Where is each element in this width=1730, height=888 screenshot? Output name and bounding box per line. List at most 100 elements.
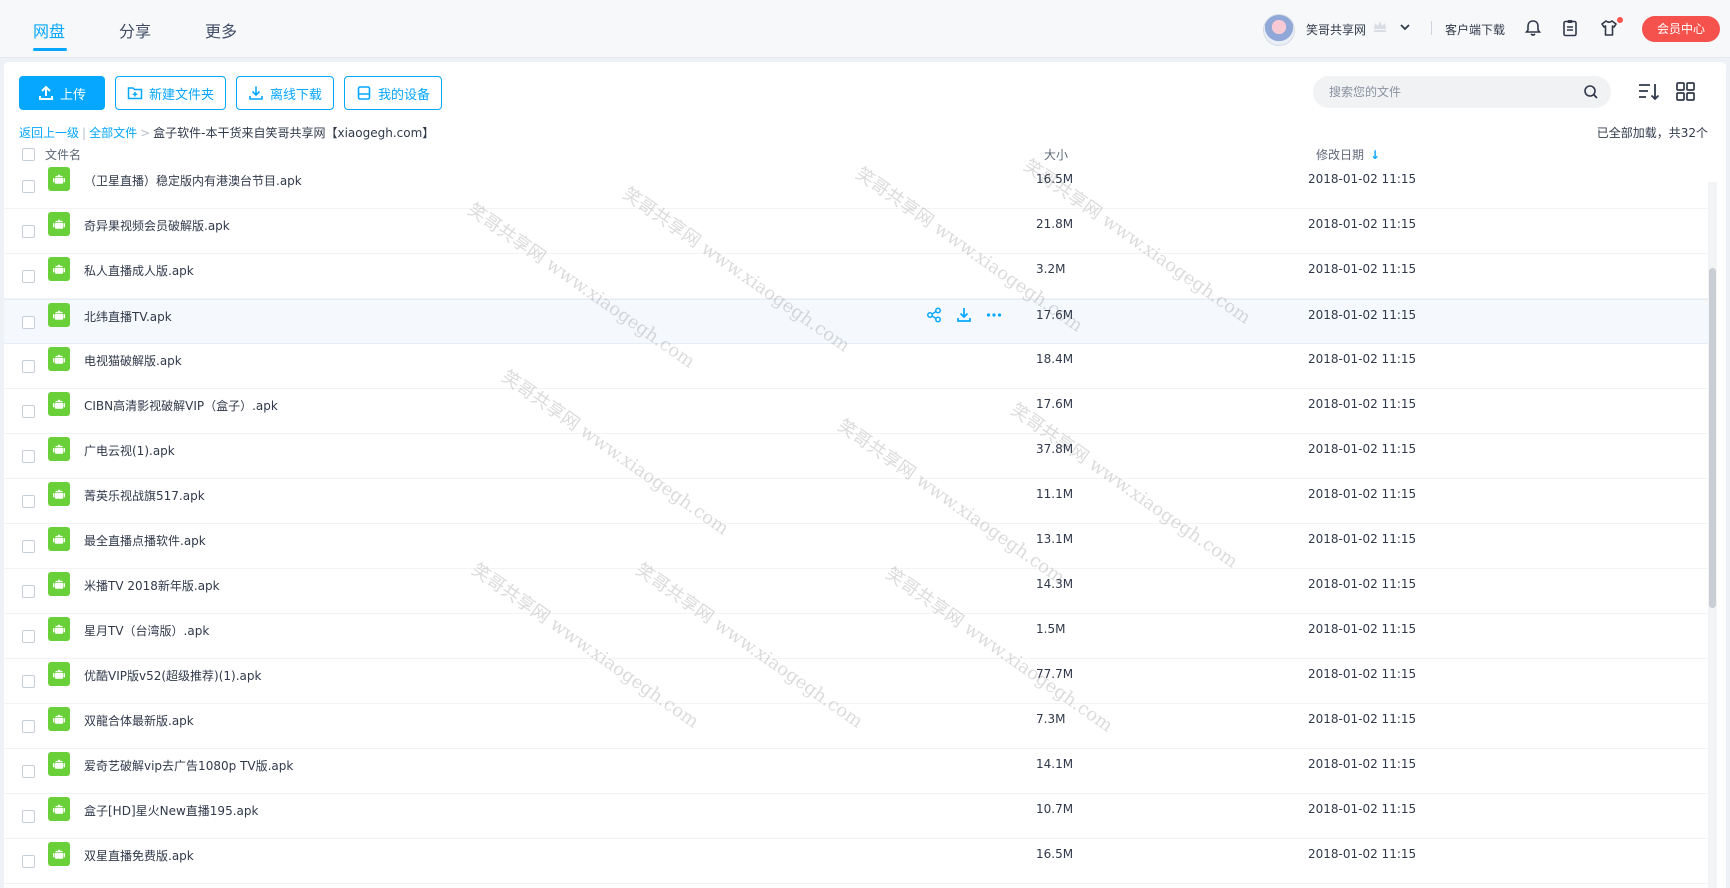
android-apk-icon <box>48 303 70 327</box>
column-size[interactable]: 大小 <box>1044 146 1068 163</box>
back-link[interactable]: 返回上一级 <box>19 126 79 140</box>
file-name[interactable]: CIBN高清影视破解VIP（盒子）.apk <box>84 397 278 414</box>
tshirt-icon[interactable] <box>1599 18 1619 38</box>
tab-more[interactable]: 更多 <box>205 18 237 42</box>
upload-label: 上传 <box>59 87 86 103</box>
column-date[interactable]: 修改日期 ↓ <box>1316 146 1380 163</box>
table-row[interactable]: 星月TV（台湾版）.apk 1.5M 2018-01-02 11:15 <box>4 614 1708 659</box>
new-folder-label: 新建文件夹 <box>148 87 214 103</box>
vip-crown-icon <box>1374 21 1386 32</box>
new-folder-button[interactable]: 新建文件夹 <box>115 76 226 110</box>
row-checkbox[interactable] <box>22 180 35 193</box>
more-icon[interactable] <box>985 306 1003 324</box>
share-icon[interactable] <box>925 306 943 324</box>
column-name[interactable]: 文件名 <box>45 146 81 163</box>
sort-icon[interactable] <box>1637 81 1661 103</box>
row-checkbox[interactable] <box>22 765 35 778</box>
table-row[interactable]: 优酷VIP版v52(超级推荐)(1).apk 77.7M 2018-01-02 11… <box>4 659 1708 704</box>
scrollbar[interactable] <box>1708 182 1717 888</box>
tab-netdisk[interactable]: 网盘 <box>33 18 65 42</box>
client-download-link[interactable]: 客户端下载 <box>1445 21 1505 38</box>
file-name[interactable]: 私人直播成人版.apk <box>84 262 194 279</box>
table-row[interactable]: 最全直播点播软件.apk 13.1M 2018-01-02 11:15 <box>4 524 1708 569</box>
file-name[interactable]: 最全直播点播软件.apk <box>84 532 206 549</box>
all-files-link[interactable]: 全部文件 <box>89 126 137 140</box>
user-name[interactable]: 笑哥共享网 <box>1306 21 1366 38</box>
table-row[interactable]: （卫星直播）稳定版内有港澳台节目.apk 16.5M 2018-01-02 11:1… <box>4 164 1708 209</box>
device-icon <box>357 86 371 100</box>
file-name[interactable]: 星月TV（台湾版）.apk <box>84 622 209 639</box>
table-row[interactable]: 北纬直播TV.apk 17.6M 2018-01-02 11:15 <box>4 299 1708 344</box>
table-row[interactable]: 双星直播免费版.apk 16.5M 2018-01-02 11:15 <box>4 839 1708 884</box>
file-name[interactable]: 盒子[HD]星火New直播195.apk <box>84 802 258 819</box>
upload-button[interactable]: 上传 <box>19 76 105 110</box>
android-apk-icon <box>48 527 70 551</box>
row-checkbox[interactable] <box>22 720 35 733</box>
avatar[interactable] <box>1263 14 1295 46</box>
table-row[interactable]: 奇异果视频会员破解版.apk 21.8M 2018-01-02 11:15 <box>4 209 1708 254</box>
row-checkbox[interactable] <box>22 405 35 418</box>
file-name[interactable]: 双龍合体最新版.apk <box>84 712 194 729</box>
notification-dot <box>1617 17 1623 23</box>
tab-share[interactable]: 分享 <box>119 18 151 42</box>
row-checkbox[interactable] <box>22 675 35 688</box>
grid-view-icon[interactable] <box>1674 81 1698 103</box>
table-row[interactable]: CIBN高清影视破解VIP（盒子）.apk 17.6M 2018-01-02 11:… <box>4 389 1708 434</box>
file-name[interactable]: 优酷VIP版v52(超级推荐)(1).apk <box>84 667 261 684</box>
chevron-down-icon[interactable] <box>1398 20 1412 34</box>
table-row[interactable]: 米播TV 2018新年版.apk 14.3M 2018-01-02 11:15 <box>4 569 1708 614</box>
file-name[interactable]: 米播TV 2018新年版.apk <box>84 577 220 594</box>
scroll-thumb[interactable] <box>1709 268 1716 608</box>
android-apk-icon <box>48 617 70 641</box>
bell-icon[interactable] <box>1523 18 1543 38</box>
row-checkbox[interactable] <box>22 270 35 283</box>
file-name[interactable]: 电视猫破解版.apk <box>84 352 182 369</box>
android-apk-icon <box>48 257 70 281</box>
row-checkbox[interactable] <box>22 540 35 553</box>
breadcrumb-separator: > <box>140 126 151 140</box>
table-row[interactable]: 盒子[HD]星火New直播195.apk 10.7M 2018-01-02 11:1… <box>4 794 1708 839</box>
row-checkbox[interactable] <box>22 810 35 823</box>
vip-center-button[interactable]: 会员中心 <box>1642 16 1720 42</box>
table-row[interactable]: 电视猫破解版.apk 18.4M 2018-01-02 11:15 <box>4 344 1708 389</box>
row-checkbox[interactable] <box>22 855 35 868</box>
search-icon[interactable] <box>1583 84 1599 100</box>
file-date: 2018-01-02 11:15 <box>1308 217 1417 231</box>
file-size: 3.2M <box>1036 262 1066 276</box>
active-tab-indicator <box>33 48 67 51</box>
row-checkbox[interactable] <box>22 495 35 508</box>
android-apk-icon <box>48 662 70 686</box>
offline-download-button[interactable]: 离线下载 <box>236 76 334 110</box>
file-name[interactable]: 菁英乐视战旗517.apk <box>84 487 205 504</box>
download-icon[interactable] <box>955 306 973 324</box>
search-input[interactable] <box>1329 76 1569 108</box>
clipboard-icon[interactable] <box>1560 18 1580 38</box>
row-checkbox[interactable] <box>22 360 35 373</box>
table-row[interactable]: 菁英乐视战旗517.apk 11.1M 2018-01-02 11:15 <box>4 479 1708 524</box>
file-name[interactable]: （卫星直播）稳定版内有港澳台节目.apk <box>84 172 302 189</box>
load-status: 已全部加载，共32个 <box>1596 126 1708 140</box>
upload-icon <box>38 85 53 100</box>
table-row[interactable]: 广电云视(1).apk 37.8M 2018-01-02 11:15 <box>4 434 1708 479</box>
file-name[interactable]: 双星直播免费版.apk <box>84 847 194 864</box>
file-name[interactable]: 爱奇艺破解vip去广告1080p TV版.apk <box>84 757 293 774</box>
file-name[interactable]: 奇异果视频会员破解版.apk <box>84 217 230 234</box>
row-checkbox[interactable] <box>22 630 35 643</box>
current-folder: 盒子软件-本干货来自笑哥共享网【xiaogegh.com】 <box>153 126 435 140</box>
file-size: 14.3M <box>1036 577 1074 591</box>
table-row[interactable]: 爱奇艺破解vip去广告1080p TV版.apk 14.1M 2018-01-02 … <box>4 749 1708 794</box>
my-devices-button[interactable]: 我的设备 <box>344 76 442 110</box>
row-checkbox[interactable] <box>22 585 35 598</box>
file-name[interactable]: 北纬直播TV.apk <box>84 308 172 325</box>
row-checkbox[interactable] <box>22 225 35 238</box>
row-checkbox[interactable] <box>22 316 35 329</box>
file-date: 2018-01-02 11:15 <box>1308 172 1417 186</box>
file-size: 21.8M <box>1036 217 1074 231</box>
table-row[interactable]: 双龍合体最新版.apk 7.3M 2018-01-02 11:15 <box>4 704 1708 749</box>
file-size: 7.3M <box>1036 712 1066 726</box>
table-row[interactable]: 私人直播成人版.apk 3.2M 2018-01-02 11:15 <box>4 254 1708 299</box>
file-date: 2018-01-02 11:15 <box>1308 262 1417 276</box>
row-checkbox[interactable] <box>22 450 35 463</box>
file-name[interactable]: 广电云视(1).apk <box>84 442 175 459</box>
select-all-checkbox[interactable] <box>22 148 35 161</box>
